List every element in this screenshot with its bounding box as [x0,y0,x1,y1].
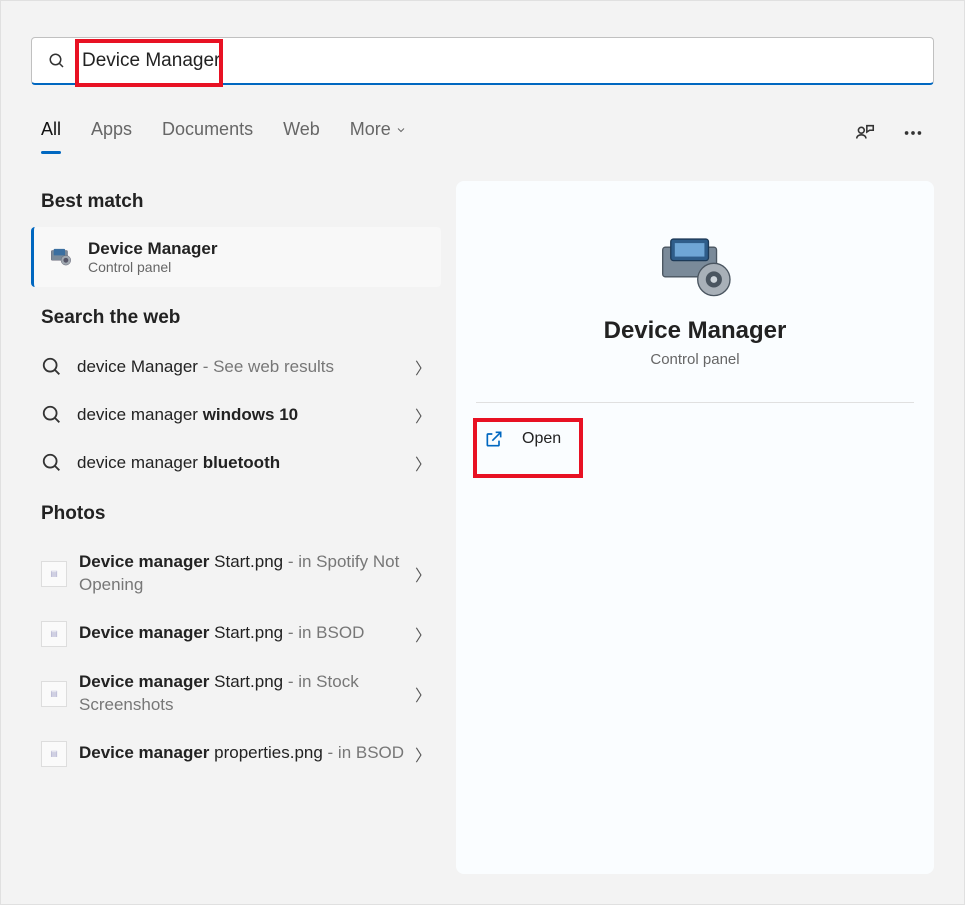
tab-more[interactable]: More [350,119,407,146]
image-thumbnail-icon: ▤ [41,621,67,647]
photo-result[interactable]: ▤ Device manager Start.png - in BSOD 〉 [31,609,441,659]
chevron-right-icon: 〉 [415,682,431,706]
search-icon [41,452,63,474]
photo-result[interactable]: ▤ Device manager Start.png - in Stock Sc… [31,659,441,729]
photo-result[interactable]: ▤ Device manager Start.png - in Spotify … [31,539,441,609]
tab-apps[interactable]: Apps [91,119,132,146]
preview-title: Device Manager [456,317,934,345]
best-match-subtitle: Control panel [88,259,217,275]
best-match-result[interactable]: Device Manager Control panel [31,227,441,287]
section-photos: Photos [31,493,441,539]
divider [476,402,914,403]
best-match-title: Device Manager [88,239,217,259]
filter-tabs-row: All Apps Documents Web More [41,119,924,146]
chevron-right-icon: 〉 [415,451,431,475]
preview-panel: Device Manager Control panel Open [456,181,934,874]
chevron-right-icon: 〉 [415,742,431,766]
chevron-right-icon: 〉 [415,562,431,586]
tab-all[interactable]: All [41,119,61,146]
feedback-icon[interactable] [854,122,876,144]
web-result[interactable]: device manager windows 10 〉 [31,391,441,439]
open-external-icon [484,429,504,449]
search-icon [41,356,63,378]
image-thumbnail-icon: ▤ [41,741,67,767]
preview-subtitle: Control panel [456,351,934,368]
search-box[interactable] [31,37,934,85]
section-search-web: Search the web [31,297,441,343]
open-action[interactable]: Open [462,415,928,463]
chevron-down-icon [395,124,407,136]
section-best-match: Best match [31,181,441,227]
image-thumbnail-icon: ▤ [41,561,67,587]
web-result[interactable]: device Manager - See web results 〉 [31,343,441,391]
web-result[interactable]: device manager bluetooth 〉 [31,439,441,487]
more-options-icon[interactable] [902,122,924,144]
chevron-right-icon: 〉 [415,622,431,646]
search-icon [41,404,63,426]
chevron-right-icon: 〉 [415,355,431,379]
tab-documents[interactable]: Documents [162,119,253,146]
search-icon [48,52,66,70]
open-action-label: Open [522,430,561,448]
chevron-right-icon: 〉 [415,403,431,427]
tab-web[interactable]: Web [283,119,320,146]
device-manager-large-icon [650,231,740,301]
photo-result[interactable]: ▤ Device manager properties.png - in BSO… [31,729,441,779]
image-thumbnail-icon: ▤ [41,681,67,707]
search-input[interactable] [82,50,917,72]
device-manager-icon [48,244,74,270]
